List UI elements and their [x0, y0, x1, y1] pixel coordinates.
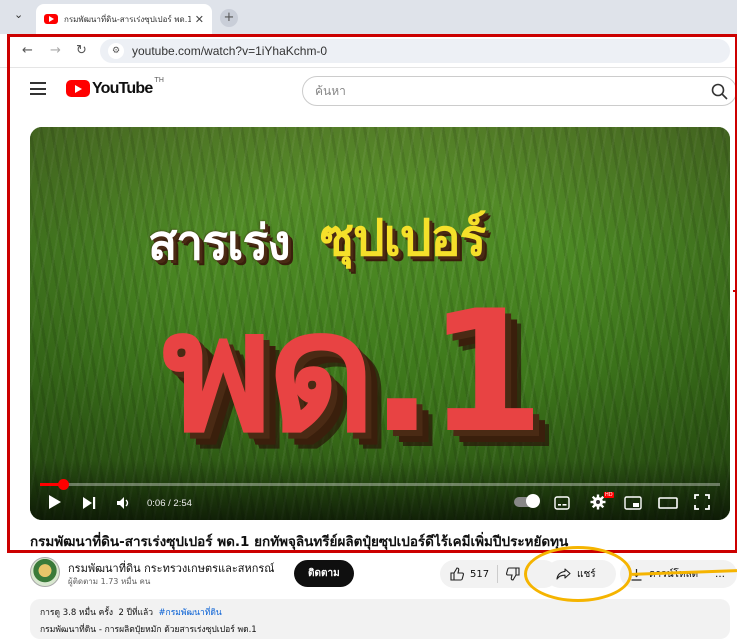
view-count: การดู 3.8 หมื่น ครั้ง [40, 608, 114, 618]
hd-badge: HD [604, 492, 614, 498]
miniplayer-icon[interactable] [624, 496, 642, 510]
tab-close-icon[interactable]: ✕ [195, 13, 204, 26]
address-bar[interactable]: ⚙ youtube.com/watch?v=1iYhaKchm-0 [100, 39, 730, 63]
search-icon[interactable] [710, 82, 730, 102]
like-divider [497, 565, 499, 583]
site-info-icon[interactable]: ⚙ [108, 43, 124, 59]
menu-hamburger-icon[interactable] [30, 82, 46, 95]
share-arrow-icon [556, 568, 571, 580]
subtitles-icon[interactable] [554, 496, 570, 510]
channel-action-row: กรมพัฒนาที่ดิน กระทรวงเกษตรและสหกรณ์ ผู้… [30, 557, 737, 591]
youtube-logo-icon [66, 80, 90, 97]
like-dislike-group: 517 [440, 560, 558, 588]
video-player[interactable]: สารเร่ง ซุปเปอร์ พด.1 0:06 / 2:54 HD [30, 127, 730, 520]
progress-bar[interactable] [40, 479, 720, 490]
fullscreen-icon[interactable] [694, 494, 710, 510]
tab-title: กรมพัฒนาที่ดิน-สารเร่งซุปเปอร์ พด.1 [64, 14, 191, 24]
share-label: แชร์ [577, 568, 596, 580]
annotation-red-tick [733, 290, 737, 292]
autoplay-toggle[interactable] [514, 494, 540, 508]
search-box [302, 76, 737, 106]
youtube-masthead: YouTube TH [0, 68, 737, 118]
description-box[interactable]: การดู 3.8 หมื่น ครั้ง 2 ปีที่แล้ว #กรมพั… [30, 599, 730, 639]
reload-icon[interactable]: ↻ [76, 43, 87, 58]
browser-tab-strip: ⌄ กรมพัฒนาที่ดิน-สารเร่งซุปเปอร์ พด.1 ✕ … [0, 0, 737, 34]
search-input[interactable] [315, 84, 695, 98]
new-tab-button[interactable]: + [220, 9, 238, 27]
channel-avatar[interactable] [30, 557, 60, 587]
hashtag-link[interactable]: #กรมพัฒนาที่ดิน [158, 608, 221, 618]
volume-icon[interactable] [116, 496, 132, 510]
like-thumb-icon[interactable] [450, 567, 464, 581]
download-icon [631, 568, 642, 581]
subscribe-button[interactable]: ติดตาม [294, 560, 354, 587]
upload-age: 2 ปีที่แล้ว [118, 608, 154, 618]
theater-mode-icon[interactable] [658, 496, 678, 510]
browser-toolbar: ← → ↻ ⚙ youtube.com/watch?v=1iYhaKchm-0 [0, 34, 737, 68]
youtube-logo[interactable]: YouTube TH [66, 76, 164, 97]
time-display: 0:06 / 2:54 [147, 498, 192, 509]
forward-arrow-icon[interactable]: → [50, 43, 61, 58]
like-count[interactable]: 517 [470, 569, 489, 580]
more-actions-label: … [715, 568, 725, 580]
thumbnail-headline-white: สารเร่ง [148, 215, 291, 271]
more-actions-button[interactable]: … [706, 560, 737, 588]
play-icon[interactable] [48, 494, 62, 510]
youtube-favicon-icon [44, 14, 58, 24]
subscriber-count: ผู้ติดตาม 1.73 หมื่น คน [68, 577, 151, 586]
next-icon[interactable] [82, 496, 96, 510]
description-meta: การดู 3.8 หมื่น ครั้ง 2 ปีที่แล้ว #กรมพั… [40, 605, 720, 619]
video-title: กรมพัฒนาที่ดิน-สารเร่งซุปเปอร์ พด.1 ยกทั… [30, 534, 569, 550]
browser-tab[interactable]: กรมพัฒนาที่ดิน-สารเร่งซุปเปอร์ พด.1 ✕ [36, 4, 212, 34]
youtube-logo-text: YouTube [92, 80, 153, 97]
url-text[interactable]: youtube.com/watch?v=1iYhaKchm-0 [132, 44, 327, 58]
share-button[interactable]: แชร์ [546, 560, 616, 588]
dislike-thumb-icon[interactable] [506, 567, 520, 581]
logo-country-code: TH [154, 76, 165, 84]
thumbnail-headline-big: พด.1 [162, 274, 545, 470]
thumbnail-headline-yellow: ซุปเปอร์ [320, 209, 486, 267]
description-text: กรมพัฒนาที่ดิน - การผลิตปุ๋ยหมัก ด้วยสาร… [40, 625, 257, 635]
player-controls-gradient [30, 460, 730, 520]
tab-search-chevron-icon[interactable]: ⌄ [14, 8, 23, 21]
download-label: ดาวน์โหลด [649, 568, 699, 580]
back-arrow-icon[interactable]: ← [22, 43, 33, 58]
